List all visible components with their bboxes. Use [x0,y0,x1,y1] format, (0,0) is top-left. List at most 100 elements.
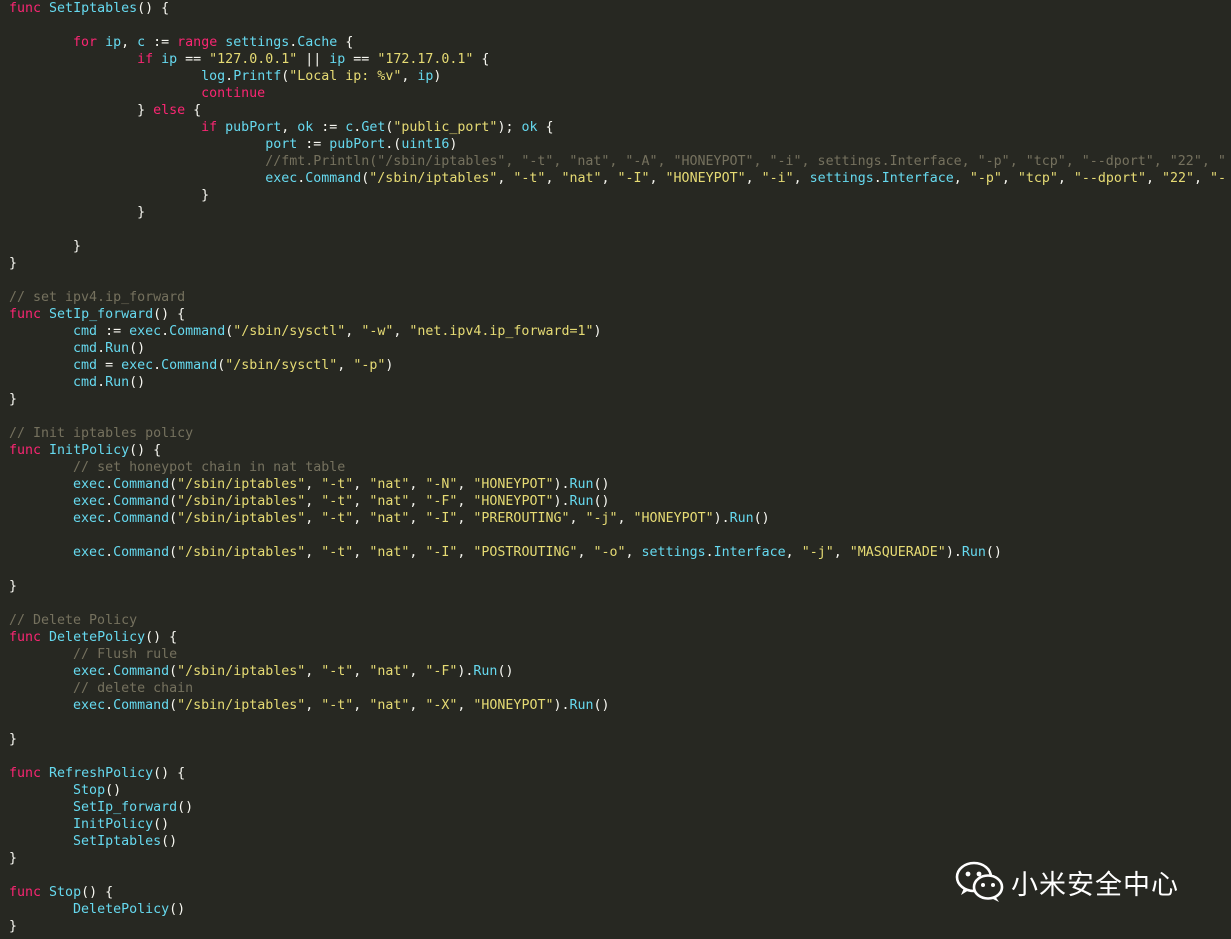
code-token: cmd [73,324,98,339]
code-editor[interactable]: func SetIptables() { for ip, c := range … [0,0,1231,939]
code-token: ). [945,545,962,560]
code-token: Cache [297,35,338,50]
code-line: exec.Command("/sbin/iptables", "-t", "na… [9,544,1226,561]
code-token: , [305,511,322,526]
code-token: "HONEYPOT" [665,171,746,186]
code-token: "-I" [617,171,650,186]
code-token: "/sbin/iptables" [177,477,306,492]
code-token: exec [129,324,162,339]
code-token: ( [169,477,178,492]
code-line: func DeletePolicy() { [9,629,1226,646]
code-token: SetIptables [73,834,162,849]
code-line: port := pubPort.(uint16) [9,136,1226,153]
code-token: ip [417,69,434,84]
code-token: , [353,698,370,713]
code-token: Command [113,664,170,679]
code-content[interactable]: func SetIptables() { for ip, c := range … [9,0,1226,935]
code-token: . [97,341,106,356]
code-line: exec.Command("/sbin/iptables", "-t", "na… [9,697,1226,714]
code-token: "nat" [369,664,410,679]
code-token: pubPort [329,137,386,152]
code-token: Printf [233,69,282,84]
code-line: // Init iptables policy [9,425,1226,442]
code-token: Stop [73,783,106,798]
code-token: } [9,239,82,254]
code-token: () { [137,1,170,16]
code-token: () [153,817,170,832]
code-token: { [537,120,554,135]
code-token: , [393,324,410,339]
code-token: "- [1210,171,1227,186]
code-token: exec [73,698,106,713]
code-token: ) [385,358,394,373]
code-token: "HONEYPOT" [473,477,554,492]
code-token: , [457,698,474,713]
code-token: , [337,358,354,373]
code-token: exec [73,664,106,679]
code-line: exec.Command("/sbin/iptables", "-t", "na… [9,510,1226,527]
code-token: , [457,494,474,509]
code-token: () [593,698,610,713]
code-token: , [353,494,370,509]
code-line: SetIptables() [9,833,1226,850]
code-token: } [9,103,154,118]
code-line: // set ipv4.ip_forward [9,289,1226,306]
code-token: "-X" [425,698,458,713]
code-token: // set ipv4.ip_forward [9,290,186,305]
code-token: exec [121,358,154,373]
code-token: SetIp_forward [73,800,178,815]
code-token: cmd [73,358,98,373]
code-token: "-F" [425,494,458,509]
code-token: { [473,52,490,67]
watermark: 小米安全中心 [955,858,1205,906]
code-token: ( [169,545,178,560]
code-token: , [497,171,514,186]
code-token: "-o" [593,545,626,560]
code-token: func [9,307,42,322]
code-token: c [137,35,146,50]
code-token: () [985,545,1002,560]
code-line: cmd = exec.Command("/sbin/sysctl", "-p") [9,357,1226,374]
code-token: , [1001,171,1018,186]
code-token: Command [113,511,170,526]
code-line: func InitPolicy() { [9,442,1226,459]
code-token: "-j" [585,511,618,526]
code-token: ) [433,69,442,84]
code-token: Run [961,545,986,560]
code-token: "/sbin/iptables" [177,664,306,679]
code-token: () [129,375,146,390]
code-token: "-t" [513,171,546,186]
code-token: , [345,324,362,339]
code-token: ( [169,511,178,526]
code-token: . [97,375,106,390]
code-token: Run [105,375,130,390]
code-token: , [353,664,370,679]
code-line: cmd.Run() [9,340,1226,357]
code-line: continue [9,85,1226,102]
code-token: settings [225,35,290,50]
code-token: . [873,171,882,186]
code-token: Command [161,358,218,373]
code-token: , [601,171,618,186]
code-token: settings [809,171,874,186]
code-token: "nat" [369,545,410,560]
code-token: "HONEYPOT" [473,494,554,509]
code-token: ok [297,120,314,135]
code-line: // Flush rule [9,646,1226,663]
code-token: ( [169,664,178,679]
code-token: , [305,698,322,713]
code-token: exec [73,494,106,509]
code-token: // set honeypot chain in nat table [73,460,346,475]
code-token: } [9,392,18,407]
